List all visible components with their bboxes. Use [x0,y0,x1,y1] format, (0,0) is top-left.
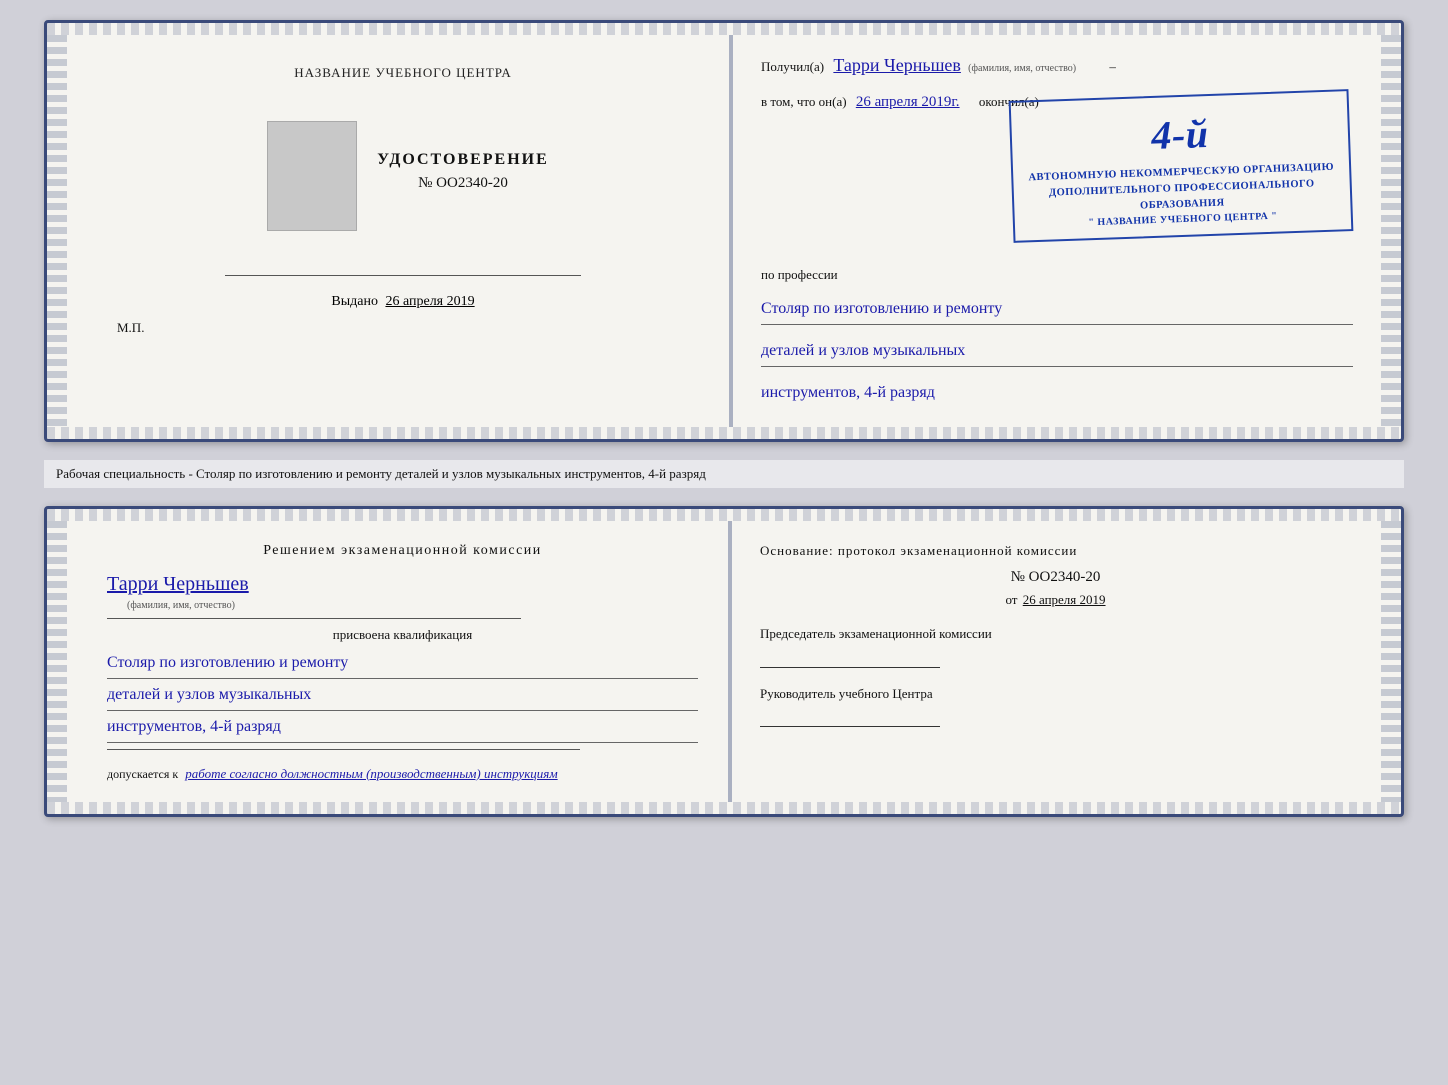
po-professii: по профессии [761,267,1353,283]
profession2-line2: деталей и узлов музыкальных [107,681,698,711]
dopuskaetsya-line: допускается к работе согласно должностны… [107,766,698,782]
photo-placeholder [267,121,357,231]
protocol-number: № OO2340-20 [760,569,1351,586]
top-decorative-strip-2 [47,509,1401,521]
subtitle-text: Рабочая специальность - Столяр по изгото… [56,466,706,481]
top-decorative-strip [47,23,1401,35]
bottom-decorative-strip-2 [47,802,1401,814]
predsedatel-signature [760,648,940,668]
profession-line2: деталей и узлов музыкальных [761,335,1353,367]
mp-label: М.П. [117,320,144,336]
profession-line3: инструментов, 4-й разряд [761,377,1353,408]
right-edge-decoration [1381,35,1401,427]
left-edge-decoration [47,35,67,427]
rukovoditel-label: Руководитель учебного Центра [760,684,1351,704]
rukovoditel-block: Руководитель учебного Центра [760,684,1351,728]
rukovoditel-signature [760,707,940,727]
stamp-4th: 4-й [1023,100,1337,171]
certificate-number: № OO2340-20 [418,175,508,192]
udostoverenie-label: УДОСТОВЕРЕНИЕ [377,151,549,169]
page1-left: НАЗВАНИЕ УЧЕБНОГО ЦЕНТРА УДОСТОВЕРЕНИЕ №… [67,35,729,427]
vydano-line: Выдано 26 апреля 2019 [331,294,474,310]
predsedatel-label: Председатель экзаменационной комиссии [760,624,1351,644]
left-edge-decoration-2 [47,521,67,801]
recipient-name: Тарри Черньшев [833,55,961,75]
predsedatel-block: Председатель экзаменационной комиссии [760,624,1351,668]
page1-right: Получил(а) Тарри Черньшев (фамилия, имя,… [733,35,1381,427]
subtitle-bar: Рабочая специальность - Столяр по изгото… [44,460,1404,488]
stamp: 4-й АВТОНОМНУЮ НЕКОММЕРЧЕСКУЮ ОРГАНИЗАЦИ… [1009,89,1354,243]
name-block-2: Тарри Черньшев (фамилия, имя, отчество) [107,573,698,612]
profession2-line1: Столяр по изготовлению и ремонту [107,649,698,679]
profession-line1: Столяр по изготовлению и ремонту [761,293,1353,325]
resheniye-title: Решением экзаменационной комиссии [107,543,698,559]
page2-right: Основание: протокол экзаменационной коми… [732,521,1381,801]
training-center-title: НАЗВАНИЕ УЧЕБНОГО ЦЕНТРА [294,65,511,81]
page2-left: Решением экзаменационной комиссии Тарри … [67,521,728,801]
poluchil-line: Получил(а) Тарри Черньшев (фамилия, имя,… [761,55,1353,76]
prisvoena-label: присвоена квалификация [107,627,698,643]
page-seam-2 [728,521,732,801]
ot-line: от 26 апреля 2019 [760,592,1351,608]
document-1: НАЗВАНИЕ УЧЕБНОГО ЦЕНТРА УДОСТОВЕРЕНИЕ №… [44,20,1404,442]
right-edge-decoration-2 [1381,521,1401,801]
osnovanie-title: Основание: протокол экзаменационной коми… [760,543,1351,559]
profession2-line3: инструментов, 4-й разряд [107,713,698,743]
bottom-decorative-strip [47,427,1401,439]
document-2: Решением экзаменационной комиссии Тарри … [44,506,1404,816]
